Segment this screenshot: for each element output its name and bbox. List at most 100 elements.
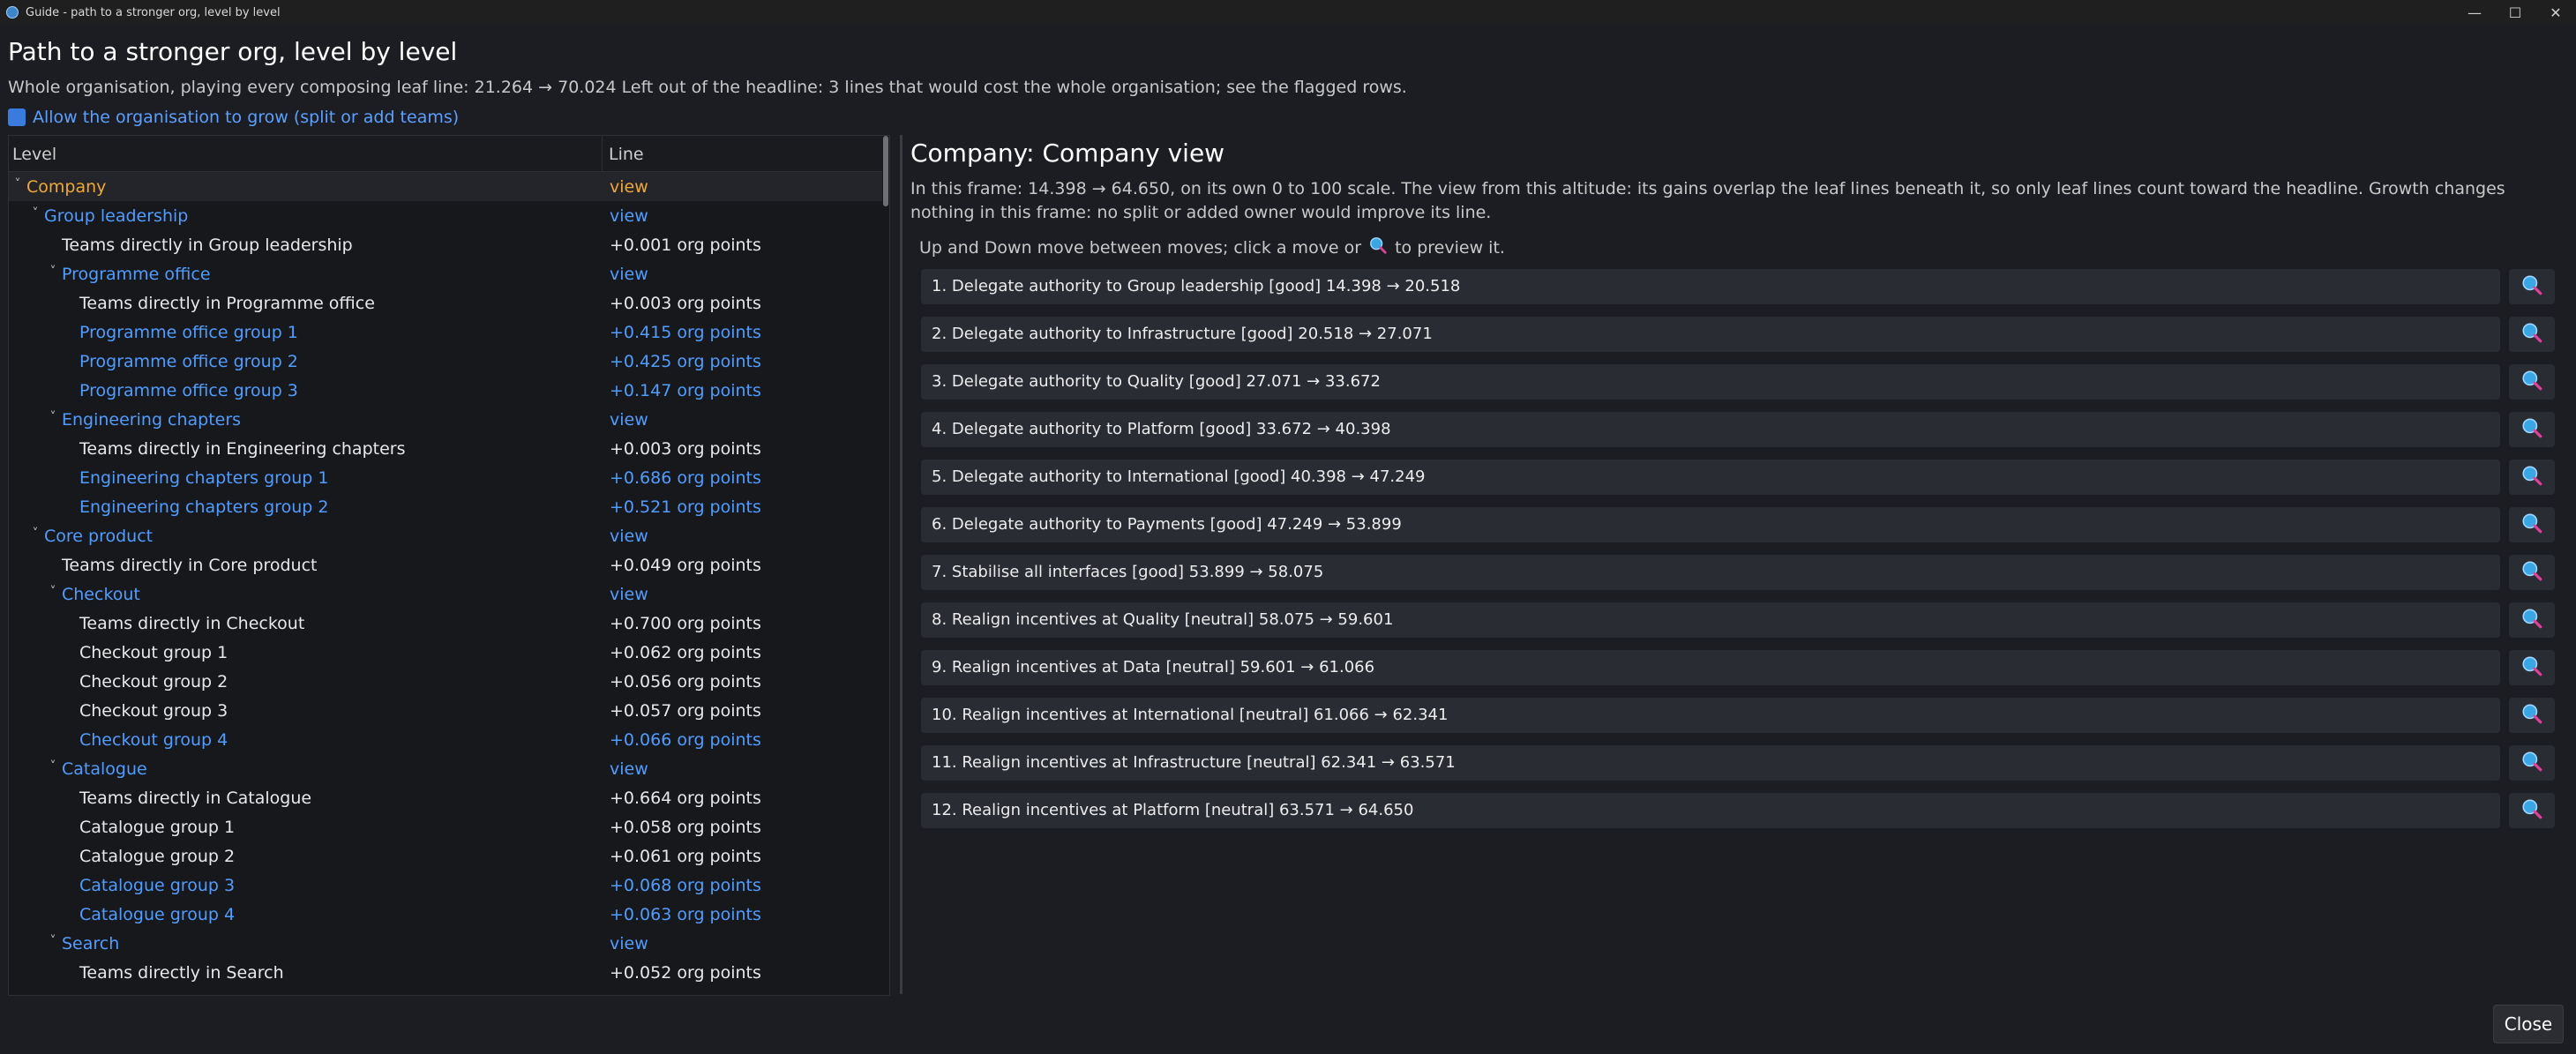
tree-row[interactable]: Catalogue group 4 +0.063 org points — [9, 900, 882, 929]
tree-row[interactable]: Checkout group 4 +0.066 org points — [9, 725, 882, 754]
tree-row[interactable]: Catalogue group 1 +0.058 org points — [9, 812, 882, 841]
preview-button[interactable] — [2509, 364, 2555, 400]
tree-row[interactable]: Checkout group 2 +0.056 org points — [9, 667, 882, 696]
tree-row-label[interactable]: Checkout group 2 — [79, 672, 228, 691]
tree-row-view-link[interactable]: view — [610, 527, 648, 546]
tree-row-view-link[interactable]: view — [610, 265, 648, 284]
tree-row[interactable]: ˅ Catalogue view — [9, 754, 882, 783]
tree-row-label[interactable]: Search — [62, 934, 119, 953]
tree-row[interactable]: ˅ Company view — [9, 172, 882, 201]
tree-row-label[interactable]: Catalogue — [62, 759, 147, 779]
preview-button[interactable] — [2509, 650, 2555, 685]
grow-toggle[interactable]: Allow the organisation to grow (split or… — [8, 108, 459, 127]
chevron-down-icon[interactable]: ˅ — [30, 527, 41, 541]
preview-button[interactable] — [2509, 507, 2555, 542]
move-label[interactable]: 11. Realign incentives at Infrastructure… — [932, 753, 1456, 772]
tree-row-label[interactable]: Catalogue group 2 — [79, 847, 235, 866]
chevron-down-icon[interactable]: ˅ — [48, 410, 58, 424]
tree-row-view-link[interactable]: view — [610, 177, 648, 197]
preview-button[interactable] — [2509, 269, 2555, 304]
tree-row-view-link[interactable]: view — [610, 410, 648, 430]
panel-splitter[interactable] — [900, 135, 902, 994]
tree-row-label[interactable]: Catalogue group 4 — [79, 905, 235, 924]
maximize-button[interactable]: ☐ — [2495, 0, 2535, 25]
close-button[interactable]: Close — [2493, 1005, 2564, 1043]
move-item[interactable]: 6. Delegate authority to Payments [good]… — [921, 507, 2555, 542]
tree-row[interactable]: Engineering chapters group 1 +0.686 org p… — [9, 463, 882, 492]
move-item[interactable]: 8. Realign incentives at Quality [neutra… — [921, 602, 2555, 638]
tree-scrollbar[interactable] — [882, 136, 889, 995]
preview-button[interactable] — [2509, 745, 2555, 781]
preview-button[interactable] — [2509, 793, 2555, 828]
tree-row-view-link[interactable]: view — [610, 934, 648, 953]
preview-button[interactable] — [2509, 317, 2555, 352]
preview-button[interactable] — [2509, 460, 2555, 495]
tree-row-label[interactable]: Engineering chapters group 2 — [79, 497, 328, 517]
move-label[interactable]: 12. Realign incentives at Platform [neut… — [932, 801, 1413, 819]
tree-row[interactable]: Catalogue group 2 +0.061 org points — [9, 841, 882, 871]
preview-button[interactable] — [2509, 698, 2555, 733]
tree-row[interactable]: ˅ Programme office view — [9, 259, 882, 288]
chevron-down-icon[interactable]: ˅ — [48, 759, 58, 774]
level-tree[interactable]: Level Line ˅ Company view ˅ Group leadership… — [8, 135, 890, 996]
tree-row[interactable]: ˅ Core product view — [9, 521, 882, 550]
tree-row-view-link[interactable]: view — [610, 206, 648, 226]
move-label[interactable]: 6. Delegate authority to Payments [good]… — [932, 515, 1402, 534]
minimize-button[interactable]: — — [2454, 0, 2495, 25]
move-item[interactable]: 5. Delegate authority to International [… — [921, 460, 2555, 495]
tree-row-label[interactable]: Catalogue group 1 — [79, 818, 235, 837]
tree-row[interactable]: Programme office group 1 +0.415 org point… — [9, 318, 882, 347]
tree-row-label[interactable]: Engineering chapters — [62, 410, 241, 430]
tree-row[interactable]: Teams directly in Checkout +0.700 org poi… — [9, 609, 882, 638]
tree-row-label[interactable]: Engineering chapters group 1 — [79, 468, 328, 488]
move-label[interactable]: 8. Realign incentives at Quality [neutra… — [932, 610, 1393, 629]
column-header-line[interactable]: Line — [609, 145, 644, 164]
tree-row[interactable]: ˅ Checkout view — [9, 579, 882, 609]
tree-row-label[interactable]: Core product — [44, 527, 153, 546]
preview-button[interactable] — [2509, 555, 2555, 590]
move-label[interactable]: 9. Realign incentives at Data [neutral] … — [932, 658, 1374, 677]
tree-row[interactable]: ˅ Group leadership view — [9, 201, 882, 230]
tree-row[interactable]: Teams directly in Search +0.052 org point… — [9, 958, 882, 987]
move-item[interactable]: 9. Realign incentives at Data [neutral] … — [921, 650, 2555, 685]
move-item[interactable]: 2. Delegate authority to Infrastructure … — [921, 317, 2555, 352]
grow-label[interactable]: Allow the organisation to grow (split or… — [33, 108, 459, 127]
move-label[interactable]: 2. Delegate authority to Infrastructure … — [932, 325, 1433, 343]
tree-row-label[interactable]: Checkout — [62, 585, 140, 604]
tree-row-label[interactable]: Teams directly in Checkout — [79, 614, 304, 633]
tree-row-label[interactable]: Teams directly in Group leadership — [62, 235, 353, 255]
tree-row[interactable]: Teams directly in Group leadership +0.001… — [9, 230, 882, 259]
preview-button[interactable] — [2509, 602, 2555, 638]
tree-row[interactable]: Programme office group 2 +0.425 org point… — [9, 347, 882, 376]
tree-row-label[interactable]: Group leadership — [44, 206, 188, 226]
tree-row-view-link[interactable]: view — [610, 585, 648, 604]
tree-row-label[interactable]: Programme office group 1 — [79, 323, 298, 342]
tree-row-label[interactable]: Programme office group 3 — [79, 381, 298, 400]
move-item[interactable]: 11. Realign incentives at Infrastructure… — [921, 745, 2555, 781]
move-item[interactable]: 4. Delegate authority to Platform [good]… — [921, 412, 2555, 447]
tree-row-label[interactable]: Programme office group 2 — [79, 352, 298, 371]
chevron-down-icon[interactable]: ˅ — [48, 265, 58, 279]
tree-row-label[interactable]: Catalogue group 3 — [79, 876, 235, 895]
move-item[interactable]: 10. Realign incentives at International … — [921, 698, 2555, 733]
tree-row-label[interactable]: Checkout group 1 — [79, 643, 228, 662]
move-label[interactable]: 5. Delegate authority to International [… — [932, 467, 1426, 486]
move-item[interactable]: 1. Delegate authority to Group leadershi… — [921, 269, 2555, 304]
tree-row[interactable]: ˅ Search view — [9, 929, 882, 958]
chevron-down-icon[interactable]: ˅ — [48, 585, 58, 599]
close-window-button[interactable]: ✕ — [2535, 0, 2576, 25]
tree-row[interactable]: Checkout group 1 +0.062 org points — [9, 638, 882, 667]
tree-row-label[interactable]: Checkout group 4 — [79, 730, 228, 750]
chevron-down-icon[interactable]: ˅ — [30, 206, 41, 221]
move-label[interactable]: 3. Delegate authority to Quality [good] … — [932, 372, 1381, 391]
tree-row[interactable]: Teams directly in Core product +0.049 org… — [9, 550, 882, 579]
tree-row-label[interactable]: Company — [26, 177, 106, 197]
tree-row[interactable]: Teams directly in Engineering chapters +0… — [9, 434, 882, 463]
tree-row-label[interactable]: Programme office — [62, 265, 211, 284]
tree-row-label[interactable]: Checkout group 3 — [79, 701, 228, 721]
tree-row-label[interactable]: Teams directly in Programme office — [79, 294, 375, 313]
column-header-level[interactable]: Level — [12, 145, 56, 164]
tree-row[interactable]: Programme office group 3 +0.147 org point… — [9, 376, 882, 405]
tree-row[interactable]: Checkout group 3 +0.057 org points — [9, 696, 882, 725]
move-item[interactable]: 7. Stabilise all interfaces [good] 53.89… — [921, 555, 2555, 590]
